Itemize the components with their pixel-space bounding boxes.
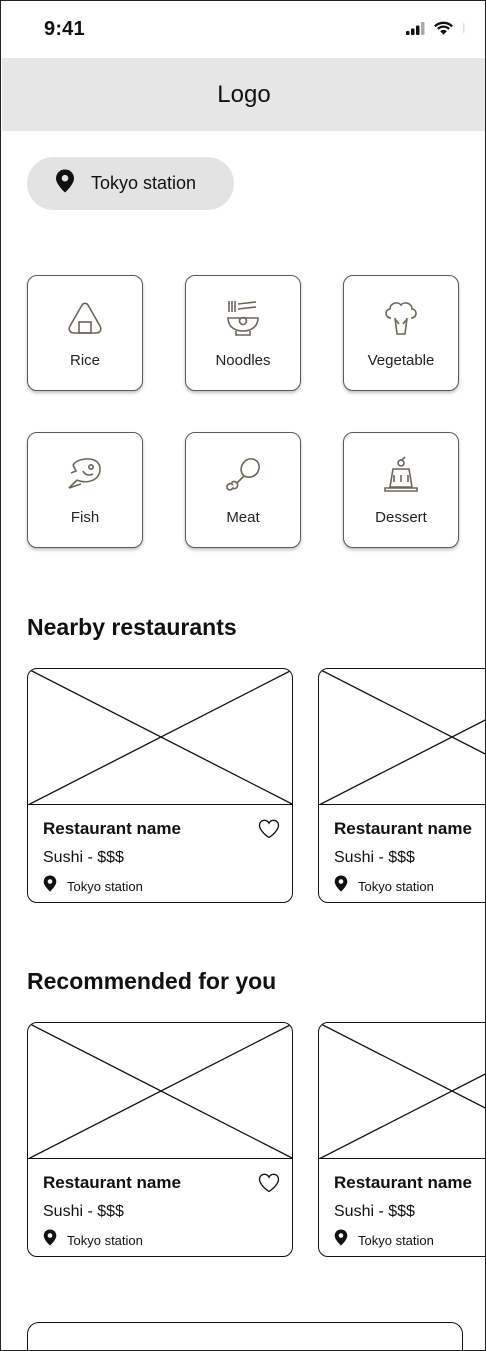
fish-icon (65, 455, 105, 495)
noodle-bowl-icon (223, 298, 263, 338)
location-label: Tokyo station (91, 173, 197, 193)
bottom-card-partial[interactable] (27, 1322, 463, 1350)
restaurant-card[interactable]: Restaurant name Sushi - $$$ Tokyo statio… (27, 1022, 293, 1257)
onigiri-icon (65, 298, 105, 338)
pudding-icon (381, 455, 421, 495)
broccoli-icon (381, 298, 421, 338)
section-title-nearby: Nearby restaurants (27, 614, 237, 640)
category-label: Fish (70, 509, 100, 526)
restaurant-cuisine-price: Sushi - $$$ (334, 849, 415, 866)
restaurant-name: Restaurant name (43, 1173, 181, 1192)
cellular-signal-icon (406, 21, 426, 35)
restaurant-location: Tokyo station (43, 1229, 143, 1251)
image-placeholder (28, 1023, 292, 1159)
category-label: Noodles (215, 352, 271, 369)
category-fish[interactable]: Fish (27, 432, 143, 548)
logo: Logo (217, 80, 271, 108)
category-noodles[interactable]: Noodles (185, 275, 301, 391)
location-selector[interactable]: Tokyo station (27, 157, 234, 210)
category-dessert[interactable]: Dessert (343, 432, 459, 548)
status-bar: 9:41 (1, 1, 485, 58)
category-meat[interactable]: Meat (185, 432, 301, 548)
image-placeholder (319, 669, 485, 805)
category-label: Meat (226, 509, 260, 526)
restaurant-location-label: Tokyo station (67, 1232, 143, 1248)
location-pin-icon (43, 875, 57, 897)
heart-icon[interactable] (258, 1173, 280, 1193)
restaurant-card[interactable]: Restaurant name Sushi - $$$ Tokyo statio… (27, 668, 293, 903)
restaurant-card[interactable]: Restaurant name Sushi - $$$ Tokyo statio… (318, 668, 485, 903)
location-pin-icon (334, 1229, 348, 1251)
restaurant-location: Tokyo station (334, 1229, 434, 1251)
wifi-icon (434, 21, 453, 35)
section-title-recommended: Recommended for you (27, 968, 277, 994)
restaurant-location-label: Tokyo station (358, 1232, 434, 1248)
drumstick-icon (223, 455, 263, 495)
status-time: 9:41 (44, 18, 85, 40)
restaurant-location-label: Tokyo station (67, 878, 143, 894)
heart-icon[interactable] (258, 819, 280, 839)
restaurant-location-label: Tokyo station (358, 878, 434, 894)
status-icons (406, 21, 467, 35)
image-placeholder (28, 669, 292, 805)
restaurant-name: Restaurant name (334, 1173, 472, 1192)
restaurant-name: Restaurant name (334, 819, 472, 838)
category-vegetable[interactable]: Vegetable (343, 275, 459, 391)
restaurant-cuisine-price: Sushi - $$$ (334, 1203, 415, 1220)
location-pin-icon (43, 1229, 57, 1251)
app-header: Logo (2, 58, 485, 131)
restaurant-name: Restaurant name (43, 819, 181, 838)
restaurant-cuisine-price: Sushi - $$$ (43, 849, 124, 866)
battery-icon (461, 21, 467, 35)
restaurant-location: Tokyo station (43, 875, 143, 897)
image-placeholder (319, 1023, 485, 1159)
restaurant-card[interactable]: Restaurant name Sushi - $$$ Tokyo statio… (318, 1022, 485, 1257)
category-rice[interactable]: Rice (27, 275, 143, 391)
restaurant-cuisine-price: Sushi - $$$ (43, 1203, 124, 1220)
category-label: Dessert (375, 509, 427, 526)
location-pin-icon (55, 169, 75, 198)
category-label: Rice (69, 352, 100, 369)
app-frame: 9:41 Logo Tokyo station Rice Noodles Veg… (0, 0, 486, 1351)
restaurant-location: Tokyo station (334, 875, 434, 897)
category-label: Vegetable (367, 352, 435, 369)
location-pin-icon (334, 875, 348, 897)
